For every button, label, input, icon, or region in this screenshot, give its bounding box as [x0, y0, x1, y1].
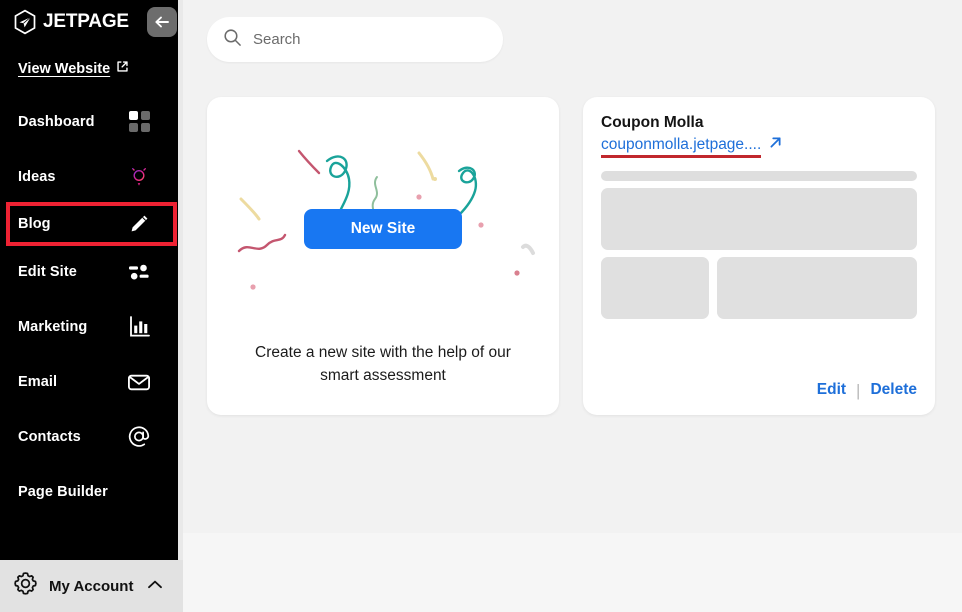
grid-squares-icon	[127, 110, 151, 134]
lightbulb-icon	[127, 164, 151, 189]
site-preview-skeleton	[601, 171, 917, 320]
sidebar-brand-row: JETPAGE	[0, 0, 183, 44]
search-bar	[207, 17, 503, 62]
main-content: New Site Create a new site with the help…	[183, 0, 962, 612]
sidebar-item-label: Ideas	[18, 168, 56, 185]
new-site-caption: Create a new site with the help of our s…	[255, 344, 511, 384]
cards-container: New Site Create a new site with the help…	[207, 97, 935, 415]
jetpage-hexagon-paperplane-logo-icon	[12, 9, 38, 35]
sidebar: JETPAGE View Website Dashboard Ideas Blo…	[0, 0, 183, 612]
sidebar-item-page-builder[interactable]: Page Builder	[0, 464, 183, 519]
arrow-up-right-icon	[768, 135, 783, 155]
sidebar-item-edit-site[interactable]: Edit Site	[0, 244, 183, 299]
sidebar-item-marketing[interactable]: Marketing	[0, 299, 183, 354]
skeleton-block-right	[717, 257, 917, 320]
sidebar-item-label: Marketing	[18, 318, 88, 335]
bar-chart-icon	[127, 315, 151, 339]
sidebar-item-dashboard[interactable]: Dashboard	[0, 94, 183, 149]
view-website-label: View Website	[18, 61, 111, 77]
sidebar-item-email[interactable]: Email	[0, 354, 183, 409]
new-site-artwork: New Site	[223, 115, 543, 342]
my-account-label: My Account	[49, 577, 134, 595]
edit-link[interactable]: Edit	[817, 381, 846, 399]
pencil-edit-icon	[127, 212, 151, 236]
sliders-icon	[127, 260, 151, 284]
search-icon	[223, 28, 242, 52]
main-lower-background	[183, 533, 962, 612]
sidebar-item-label: Edit Site	[18, 263, 77, 280]
view-website-link[interactable]: View Website	[18, 60, 129, 78]
sidebar-item-label: Email	[18, 373, 58, 390]
skeleton-bar	[601, 171, 917, 182]
sidebar-scroll-area: JETPAGE View Website Dashboard Ideas Blo…	[0, 0, 183, 560]
at-sign-icon	[127, 425, 151, 449]
skeleton-row	[601, 257, 917, 320]
site-card: Coupon Molla couponmolla.jetpage.... Edi…	[583, 97, 935, 415]
site-url-text: couponmolla.jetpage....	[601, 136, 762, 159]
skeleton-block-left	[601, 257, 709, 320]
sidebar-item-icon-empty	[127, 480, 151, 504]
action-separator: |	[856, 380, 861, 400]
app-root: JETPAGE View Website Dashboard Ideas Blo…	[0, 0, 962, 612]
external-link-icon	[116, 60, 129, 78]
search-box[interactable]	[207, 17, 503, 62]
delete-link[interactable]: Delete	[870, 381, 917, 399]
sidebar-nav: Dashboard Ideas Blog Edit Site Marketing…	[0, 94, 183, 519]
brand-name: JETPAGE	[43, 11, 129, 32]
search-input[interactable]	[253, 31, 487, 48]
gear-icon	[12, 570, 39, 602]
arrow-left-icon	[153, 13, 171, 31]
new-site-card[interactable]: New Site Create a new site with the help…	[207, 97, 559, 415]
sidebar-item-ideas[interactable]: Ideas	[0, 149, 183, 204]
site-card-actions: Edit | Delete	[601, 381, 917, 401]
site-title: Coupon Molla	[601, 114, 704, 131]
my-account-button[interactable]: My Account	[0, 560, 183, 612]
chevron-up-icon	[147, 577, 163, 595]
sidebar-item-blog[interactable]: Blog	[6, 202, 177, 246]
sidebar-item-contacts[interactable]: Contacts	[0, 409, 183, 464]
site-url-link[interactable]: couponmolla.jetpage....	[601, 135, 783, 159]
envelope-icon	[127, 370, 151, 394]
sidebar-scrollbar[interactable]	[178, 0, 183, 560]
back-button[interactable]	[147, 7, 177, 37]
sidebar-item-label: Contacts	[18, 428, 81, 445]
sidebar-item-label: Blog	[18, 216, 51, 232]
skeleton-block-large	[601, 188, 917, 251]
sidebar-item-label: Page Builder	[18, 483, 108, 500]
sidebar-item-label: Dashboard	[18, 113, 95, 130]
new-site-button[interactable]: New Site	[304, 208, 462, 249]
